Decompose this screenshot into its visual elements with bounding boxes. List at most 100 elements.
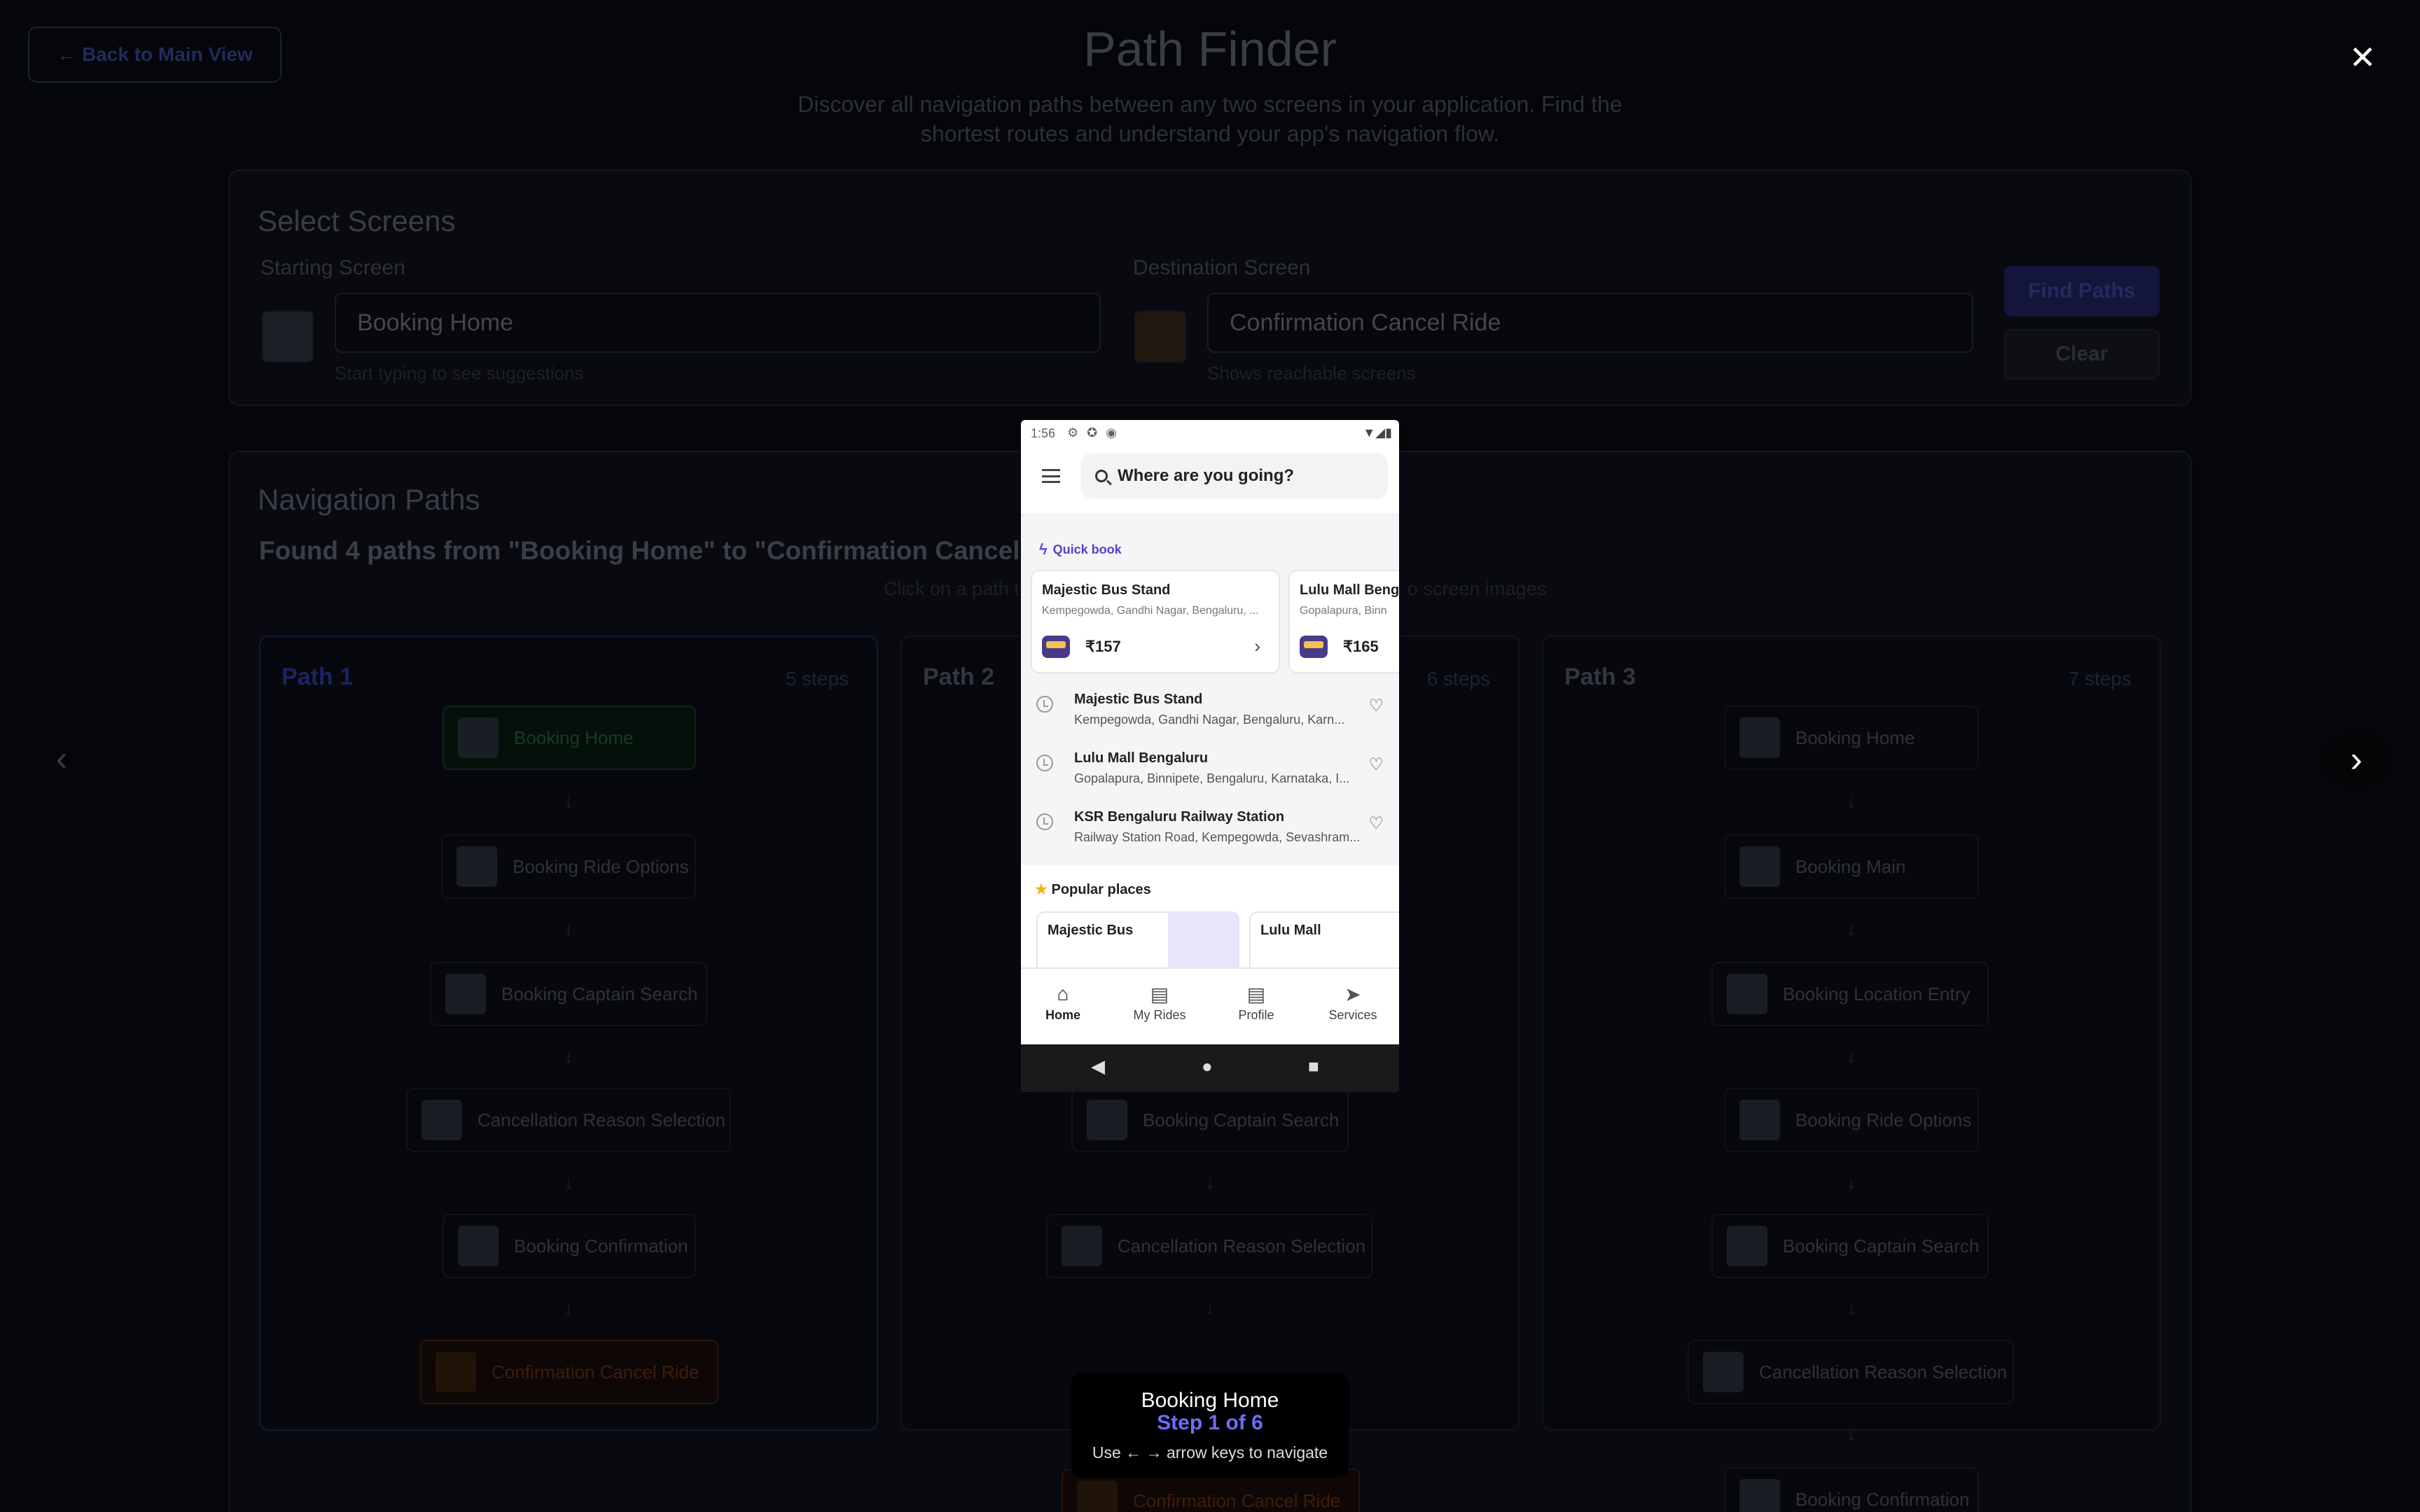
starting-screen-input[interactable]: Booking Home [335, 293, 1101, 353]
auto-rickshaw-icon [1300, 636, 1328, 658]
history-icon [1036, 813, 1053, 830]
close-icon[interactable]: ✕ [2344, 36, 2381, 78]
path-node[interactable]: Booking Captain Search [1711, 1214, 1989, 1278]
path-node[interactable]: Booking Location Entry [1711, 962, 1989, 1026]
node-label: Booking Confirmation [1795, 1488, 1970, 1510]
starting-screen-label: Starting Screen [260, 256, 405, 279]
popular-place-card: Lulu Mall [1249, 911, 1399, 974]
path-node[interactable]: Booking Main [1724, 834, 1979, 899]
destination-screen-label: Destination Screen [1133, 256, 1311, 279]
quick-book-heading: ϟ Quick book [1039, 540, 1122, 559]
home-icon: ⌂ [1057, 983, 1069, 1004]
screen-thumbnail [457, 846, 497, 887]
arrow-down-icon: ↓ [564, 791, 573, 812]
caption-screen-name: Booking Home [1141, 1389, 1279, 1412]
tab-label: My Rides [1133, 1008, 1186, 1022]
path-node[interactable]: Booking Captain Search [1071, 1088, 1349, 1152]
destination-screen-hint: Shows reachable screens [1207, 363, 1416, 384]
path-node[interactable]: Booking Confirmation [1724, 1467, 1979, 1512]
quick-book-card: Lulu Mall Benga Gopalapura, Binn ₹165 [1288, 570, 1399, 673]
card-price-row: ₹157 [1042, 636, 1121, 658]
place-address: Railway Station Road, Kempegowda, Sevash… [1074, 830, 1361, 844]
home-circle-icon: ● [1202, 1056, 1213, 1077]
find-paths-button[interactable]: Find Paths [2004, 266, 2160, 316]
screen-thumbnail [458, 718, 499, 758]
card-title: Lulu Mall Benga [1300, 582, 1399, 598]
quick-book-card: Majestic Bus Stand Kempegowda, Gandhi Na… [1031, 570, 1280, 673]
screen-thumbnail [1727, 974, 1767, 1014]
arrow-down-icon: ↓ [564, 1046, 573, 1067]
node-label: Cancellation Reason Selection [478, 1109, 726, 1130]
bottom-tab-bar: ⌂ Home ▤ My Rides ▤ Profile ➤ Services [1021, 967, 1399, 1044]
heart-icon: ♡ [1368, 696, 1384, 715]
status-bar: 1:56 ⚙✪◉ ▼◢▮ [1021, 420, 1399, 445]
menu-icon [1042, 469, 1060, 483]
popular-places-label: Popular places [1051, 882, 1151, 897]
place-name: KSR Bengaluru Railway Station [1074, 809, 1285, 825]
tab-profile: ▤ Profile [1221, 983, 1291, 1023]
place-name: Lulu Mall Bengaluru [1074, 750, 1209, 766]
navigation-paths-heading: Navigation Paths [258, 483, 480, 516]
tab-home: ⌂ Home [1028, 983, 1098, 1023]
arrow-down-icon: ↓ [1847, 918, 1856, 939]
search-icon [1095, 470, 1108, 482]
quick-book-section: ϟ Quick book Majestic Bus Stand Kempegowd… [1021, 515, 1399, 865]
node-label: Booking Confirmation [514, 1235, 688, 1256]
screen-thumbnail [1062, 1226, 1102, 1266]
path-node[interactable]: Cancellation Reason Selection [1688, 1340, 2014, 1404]
clear-button[interactable]: Clear [2004, 329, 2160, 379]
arrow-down-icon: ↓ [1847, 1298, 1856, 1319]
card-subtitle: Kempegowda, Gandhi Nagar, Bengaluru, ... [1042, 605, 1259, 617]
place-address: Kempegowda, Gandhi Nagar, Bengaluru, Kar… [1074, 713, 1345, 727]
path-node[interactable]: Booking Captain Search [430, 962, 707, 1026]
heart-icon: ♡ [1368, 814, 1384, 833]
screen-thumbnail [436, 1352, 476, 1392]
arrow-down-icon: ↓ [1205, 1172, 1215, 1193]
node-label: Booking Location Entry [1783, 983, 1970, 1004]
recent-place-item: KSR Bengaluru Railway Station Railway St… [1021, 801, 1399, 860]
previous-arrow-icon[interactable]: ‹ [34, 734, 90, 785]
arrow-down-icon: ↓ [1847, 1172, 1856, 1193]
path-click-hint: Click on a path t [884, 578, 1020, 599]
popular-places-heading: ★ Popular places [1035, 881, 1151, 898]
select-screens-heading: Select Screens [258, 204, 456, 237]
path-node[interactable]: Cancellation Reason Selection [406, 1088, 731, 1152]
next-arrow-icon[interactable]: › [2325, 734, 2388, 785]
status-time: 1:56 [1031, 426, 1056, 440]
node-label: Cancellation Reason Selection [1118, 1235, 1366, 1256]
found-paths-summary: Found 4 paths from "Booking Home" to "Co… [259, 536, 1096, 565]
android-nav-bar: ◀ ● ■ [1021, 1044, 1399, 1092]
path-node[interactable]: Confirmation Cancel Ride [420, 1340, 718, 1404]
screen-thumbnail [422, 1100, 462, 1140]
tab-services: ➤ Services [1318, 983, 1388, 1023]
path-node[interactable]: Booking Home [1724, 706, 1979, 770]
node-label: Booking Home [1795, 727, 1915, 748]
heart-icon: ♡ [1368, 755, 1384, 774]
destination-screen-thumbnail [1134, 311, 1186, 363]
path-node[interactable]: Booking Home [443, 706, 696, 770]
signal-battery-icon: ▼◢▮ [1363, 426, 1392, 440]
path-title: Path 2 [923, 664, 995, 690]
path-node[interactable]: Cancellation Reason Selection [1046, 1214, 1372, 1278]
step-caption: Booking Home Step 1 of 6 Use ← → arrow k… [1071, 1373, 1349, 1477]
caption-keyboard-hint: Use ← → arrow keys to navigate [1092, 1443, 1328, 1462]
screen-thumbnail [1739, 1100, 1780, 1140]
arrow-down-icon: ↓ [1205, 1298, 1215, 1319]
starting-screen-hint: Start typing to see suggestions [335, 363, 584, 384]
tab-label: Services [1328, 1008, 1377, 1022]
node-label: Confirmation Cancel Ride [1133, 1490, 1341, 1511]
path-title: Path 3 [1564, 664, 1636, 690]
path-title: Path 1 [281, 664, 354, 690]
card-subtitle: Gopalapura, Binn [1300, 605, 1387, 617]
screen-thumbnail [1727, 1226, 1767, 1266]
path-node[interactable]: Booking Ride Options [441, 834, 696, 899]
page-subtitle: Discover all navigation paths between an… [798, 92, 1622, 146]
card-price-row: ₹165 [1300, 636, 1379, 658]
destination-screen-input[interactable]: Confirmation Cancel Ride [1207, 293, 1973, 353]
path-node[interactable]: Booking Confirmation [443, 1214, 696, 1278]
popular-places-section: ★ Popular places Majestic Bus Lulu Mall [1021, 865, 1399, 974]
rides-icon: ▤ [1150, 983, 1169, 1005]
path-node[interactable]: Booking Ride Options [1724, 1088, 1979, 1152]
arrow-down-icon: ↓ [1847, 791, 1856, 812]
place-illustration [1168, 913, 1238, 973]
